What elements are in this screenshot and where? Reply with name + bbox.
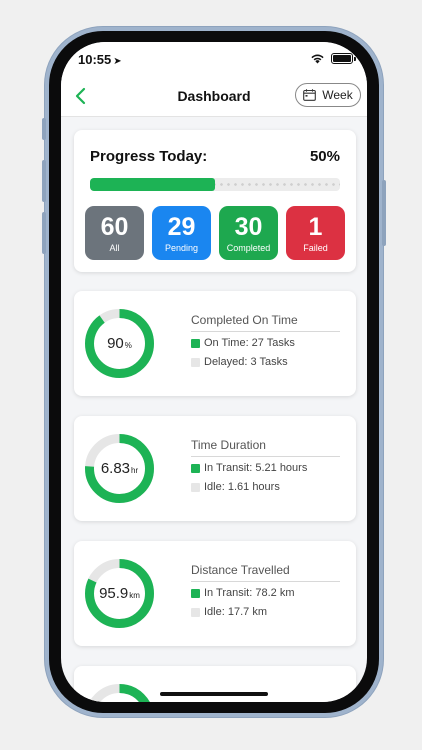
metric-card-on-time: 90% Completed On Time On Time: 27 Tasks …: [74, 291, 356, 396]
location-arrow-icon: ➤: [113, 56, 122, 67]
legend-item: Idle: 1.61 hours: [191, 481, 280, 493]
status-bar: 10:55 ➤: [61, 42, 367, 76]
legend-item: On Time: 27 Tasks: [191, 337, 295, 349]
metric-card-time-duration: 6.83 hr Time Duration In Transit: 5.21 ho…: [74, 416, 356, 521]
volume-down-button: [42, 212, 46, 254]
stat-tile-failed[interactable]: 1 Failed: [286, 206, 345, 260]
legend-item: Idle: 17.7 km: [191, 606, 267, 618]
status-summary-row: 60 All 29 Pending 30 Completed 1 Failed: [85, 206, 345, 260]
progress-card: Progress Today: 50% 60 All 29 Pending 30…: [74, 130, 356, 272]
progress-title: Progress Today:: [90, 148, 208, 165]
metric-title: Completed On Time: [191, 313, 340, 332]
week-filter-label: Week: [322, 88, 353, 102]
progress-bar: [90, 178, 340, 191]
ring-value: 95.9 km: [99, 585, 140, 602]
legend-item: Delayed: 3 Tasks: [191, 356, 288, 368]
metric-title: Time Duration: [191, 438, 340, 457]
week-filter-button[interactable]: Week: [295, 83, 361, 107]
metric-card-distance: 95.9 km Distance Travelled In Transit: 78…: [74, 541, 356, 646]
battery-icon: [331, 53, 356, 64]
ring-value: 6.83 hr: [100, 460, 139, 477]
stat-tile-completed[interactable]: 30 Completed: [219, 206, 278, 260]
stat-label: Failed: [303, 243, 328, 253]
ring-value: 90%: [107, 335, 132, 352]
app-screen: 10:55 ➤ Dashboard Week Progress Today: 5…: [61, 42, 367, 702]
calendar-icon: [303, 89, 317, 101]
metric-card-partial: [74, 666, 356, 702]
stat-label: Pending: [164, 243, 199, 253]
status-time: 10:55 ➤: [78, 52, 122, 67]
stat-count: 30: [234, 213, 263, 241]
home-indicator[interactable]: [160, 692, 268, 696]
stat-tile-pending[interactable]: 29 Pending: [152, 206, 211, 260]
progress-percent: 50%: [309, 148, 340, 165]
stat-tile-all[interactable]: 60 All: [85, 206, 144, 260]
legend-item: In Transit: 78.2 km: [191, 587, 294, 599]
mute-switch: [42, 118, 46, 140]
legend-item: In Transit: 5.21 hours: [191, 462, 307, 474]
progress-ring: [85, 684, 154, 702]
stat-count: 1: [308, 213, 323, 241]
power-button: [382, 180, 386, 246]
status-icons: [310, 53, 356, 64]
stat-count: 60: [100, 213, 129, 241]
progress-bar-fill: [90, 178, 215, 191]
nav-bar: Dashboard Week: [61, 76, 367, 117]
stat-count: 29: [167, 213, 196, 241]
volume-up-button: [42, 160, 46, 202]
wifi-icon: [311, 54, 324, 64]
metric-title: Distance Travelled: [191, 563, 340, 582]
stat-label: Completed: [226, 243, 271, 253]
stat-label: All: [109, 243, 120, 253]
